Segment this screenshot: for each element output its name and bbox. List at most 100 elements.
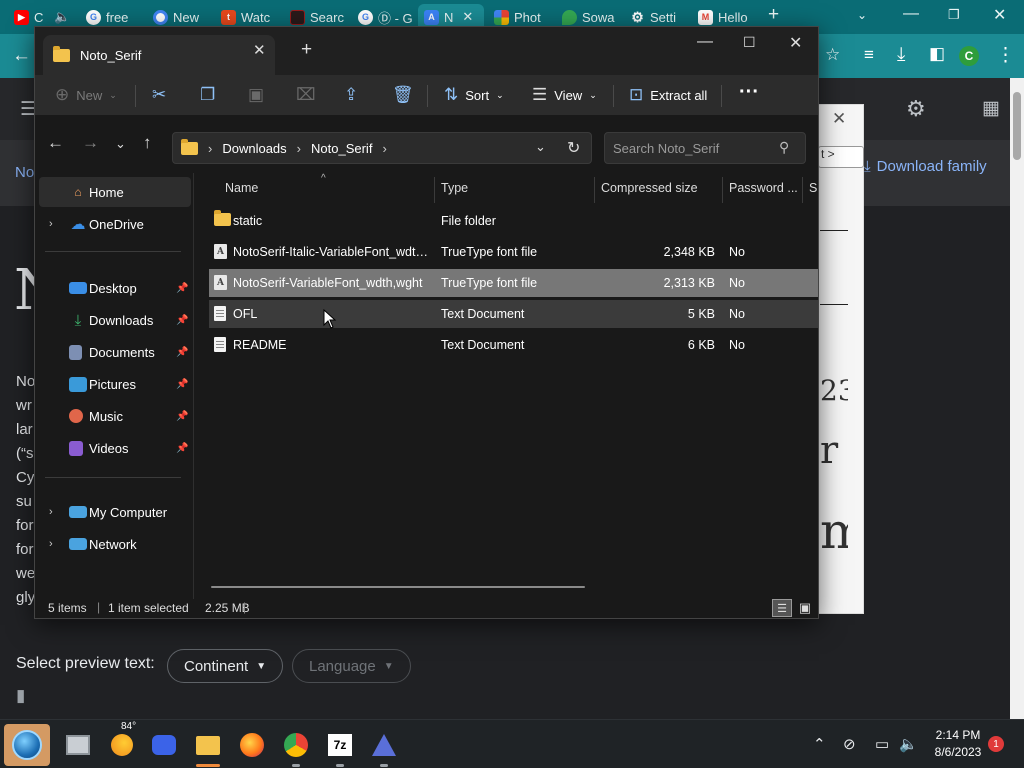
download-icon[interactable]: ⤓ bbox=[897, 44, 905, 66]
column-divider[interactable] bbox=[802, 177, 803, 203]
breadcrumb-downloads[interactable]: Downloads bbox=[222, 141, 286, 156]
volume-icon[interactable]: 🔈 bbox=[899, 735, 918, 753]
address-bar[interactable]: › Downloads › Noto_Serif › bbox=[172, 132, 592, 164]
sidebar-item-my-computer[interactable]: › My Computer bbox=[39, 497, 191, 527]
explorer-tab[interactable]: Noto_Serif bbox=[43, 35, 275, 75]
column-header-name[interactable]: Name bbox=[225, 181, 258, 195]
bookmark-star-icon[interactable]: ☆ bbox=[825, 45, 840, 65]
pin-icon[interactable]: 📌 bbox=[176, 379, 188, 390]
tiles-view-icon[interactable]: ▣ bbox=[795, 599, 815, 617]
sidebar-item-music[interactable]: Music 📌 bbox=[39, 401, 191, 431]
tab-search-icon[interactable]: ⌄ bbox=[857, 8, 867, 22]
menu-dots-icon[interactable]: ⋮ bbox=[996, 44, 1015, 67]
show-hidden-icons-icon[interactable]: ⌃ bbox=[813, 735, 826, 753]
file-row[interactable]: A NotoSerif-Italic-VariableFont_wdth,wgh… bbox=[209, 238, 818, 266]
view-button[interactable]: ☰ View ⌄ bbox=[532, 85, 597, 105]
minimize-icon[interactable]: — bbox=[903, 5, 919, 23]
sidebar-item-home[interactable]: ⌂ Home bbox=[39, 177, 191, 207]
taskbar-7zip[interactable]: 7z bbox=[322, 728, 358, 767]
column-divider[interactable] bbox=[434, 177, 435, 203]
new-button[interactable]: ⊕ New ⌄ bbox=[55, 85, 117, 105]
file-row[interactable]: README Text Document 6 KB No bbox=[209, 331, 818, 359]
sidebar-item-pictures[interactable]: Pictures 📌 bbox=[39, 369, 191, 399]
sidebar-item-downloads[interactable]: ⤓ Downloads 📌 bbox=[39, 305, 191, 335]
extract-all-button[interactable]: ⊡ Extract all bbox=[629, 85, 707, 105]
rename-button[interactable]: ⌧ bbox=[296, 85, 316, 105]
refresh-icon[interactable]: ↻ bbox=[567, 138, 580, 158]
close-window-icon[interactable]: ✕ bbox=[789, 33, 802, 53]
up-arrow-icon[interactable]: ↑ bbox=[143, 133, 152, 153]
back-arrow-icon[interactable]: ← bbox=[47, 133, 64, 153]
sidebar-item-onedrive[interactable]: › ☁ OneDrive bbox=[39, 209, 191, 239]
chevron-right-icon[interactable]: › bbox=[49, 538, 53, 550]
continent-dropdown[interactable]: Continent ▼ bbox=[167, 649, 284, 683]
chevron-right-icon[interactable]: › bbox=[49, 218, 53, 230]
side-panel-icon[interactable]: ◧ bbox=[929, 44, 945, 64]
clock-time[interactable]: 2:14 PM bbox=[935, 728, 981, 742]
pin-icon[interactable]: 📌 bbox=[176, 347, 188, 358]
clock-date[interactable]: 8/6/2023 bbox=[931, 745, 985, 759]
preview-next-button[interactable]: t > bbox=[818, 146, 864, 168]
new-tab-icon[interactable]: + bbox=[768, 4, 779, 26]
new-tab-icon[interactable]: + bbox=[301, 39, 312, 61]
taskbar-zoom[interactable] bbox=[146, 728, 182, 762]
pin-icon[interactable]: 📌 bbox=[176, 443, 188, 454]
address-history-chevron-icon[interactable]: ⌄ bbox=[535, 139, 546, 155]
details-view-icon[interactable]: ☰ bbox=[772, 599, 792, 617]
profile-avatar[interactable]: C bbox=[959, 46, 979, 66]
close-tab-icon[interactable]: ✕ bbox=[462, 9, 473, 25]
network-disconnected-icon[interactable]: ⊘ bbox=[843, 735, 856, 753]
taskbar-file-explorer[interactable] bbox=[60, 728, 96, 762]
display-icon[interactable]: ▭ bbox=[875, 735, 889, 753]
reading-list-icon[interactable]: ≡ bbox=[864, 45, 874, 65]
nav-link-fragment[interactable]: No bbox=[15, 164, 34, 181]
taskbar-inkscape[interactable] bbox=[366, 728, 402, 767]
pin-icon[interactable]: 📌 bbox=[176, 283, 188, 294]
feedback-icon[interactable]: ▮ bbox=[16, 686, 25, 706]
pin-icon[interactable]: 📌 bbox=[176, 315, 188, 326]
column-header-password[interactable]: Password ... bbox=[729, 181, 799, 195]
breadcrumb-noto-serif[interactable]: Noto_Serif bbox=[311, 141, 372, 156]
maximize-icon[interactable]: ☐ bbox=[743, 34, 756, 51]
forward-arrow-icon[interactable]: → bbox=[82, 133, 99, 153]
recent-locations-chevron-icon[interactable]: ⌄ bbox=[115, 136, 126, 152]
chevron-right-icon[interactable]: › bbox=[49, 506, 53, 518]
notification-badge[interactable]: 1 bbox=[988, 736, 1004, 752]
file-row-selected[interactable]: A NotoSerif-VariableFont_wdth,wght TrueT… bbox=[209, 269, 818, 297]
cut-button[interactable]: ✂ bbox=[152, 85, 166, 105]
apps-grid-icon[interactable]: ▦ bbox=[982, 97, 1000, 120]
search-input[interactable]: Search Noto_Serif bbox=[604, 132, 806, 164]
horizontal-scrollbar[interactable] bbox=[211, 586, 585, 588]
taskbar-chrome[interactable] bbox=[278, 728, 314, 767]
taskbar-weather[interactable] bbox=[104, 728, 140, 762]
sidebar-item-network[interactable]: › Network bbox=[39, 529, 191, 559]
copy-button[interactable]: ❐ bbox=[200, 85, 215, 105]
share-button[interactable]: ⇪ bbox=[344, 85, 358, 105]
column-header-type[interactable]: Type bbox=[441, 181, 468, 195]
pane-divider[interactable] bbox=[193, 173, 194, 599]
column-divider[interactable] bbox=[594, 177, 595, 203]
language-dropdown[interactable]: Language ▼ bbox=[292, 649, 411, 683]
close-window-icon[interactable]: ✕ bbox=[993, 5, 1006, 25]
download-family-button[interactable]: ⤓ Download family bbox=[864, 158, 987, 175]
taskbar-file-explorer-active[interactable] bbox=[190, 728, 226, 767]
more-options-button[interactable]: ··· bbox=[739, 81, 759, 104]
restore-icon[interactable]: ❐ bbox=[948, 7, 960, 23]
close-icon[interactable]: ✕ bbox=[832, 109, 846, 129]
close-tab-icon[interactable]: ✕ bbox=[253, 41, 266, 59]
column-header-size[interactable]: Si bbox=[809, 181, 818, 195]
column-divider[interactable] bbox=[722, 177, 723, 203]
column-header-compressed-size[interactable]: Compressed size bbox=[601, 181, 698, 195]
file-row-hovered[interactable]: OFL Text Document 5 KB No bbox=[209, 300, 818, 328]
page-scrollbar-thumb[interactable] bbox=[1013, 92, 1021, 160]
sort-button[interactable]: ⇅ Sort ⌄ bbox=[444, 85, 504, 105]
minimize-icon[interactable]: — bbox=[697, 33, 713, 51]
page-scrollbar[interactable] bbox=[1010, 78, 1024, 719]
paste-button[interactable]: ▣ bbox=[248, 85, 264, 105]
delete-button[interactable]: 🗑 bbox=[392, 85, 414, 105]
back-icon[interactable]: ← bbox=[12, 45, 31, 67]
sidebar-item-documents[interactable]: Documents 📌 bbox=[39, 337, 191, 367]
pin-icon[interactable]: 📌 bbox=[176, 411, 188, 422]
start-button[interactable] bbox=[4, 724, 50, 766]
settings-gear-icon[interactable]: ⚙ bbox=[906, 96, 926, 122]
